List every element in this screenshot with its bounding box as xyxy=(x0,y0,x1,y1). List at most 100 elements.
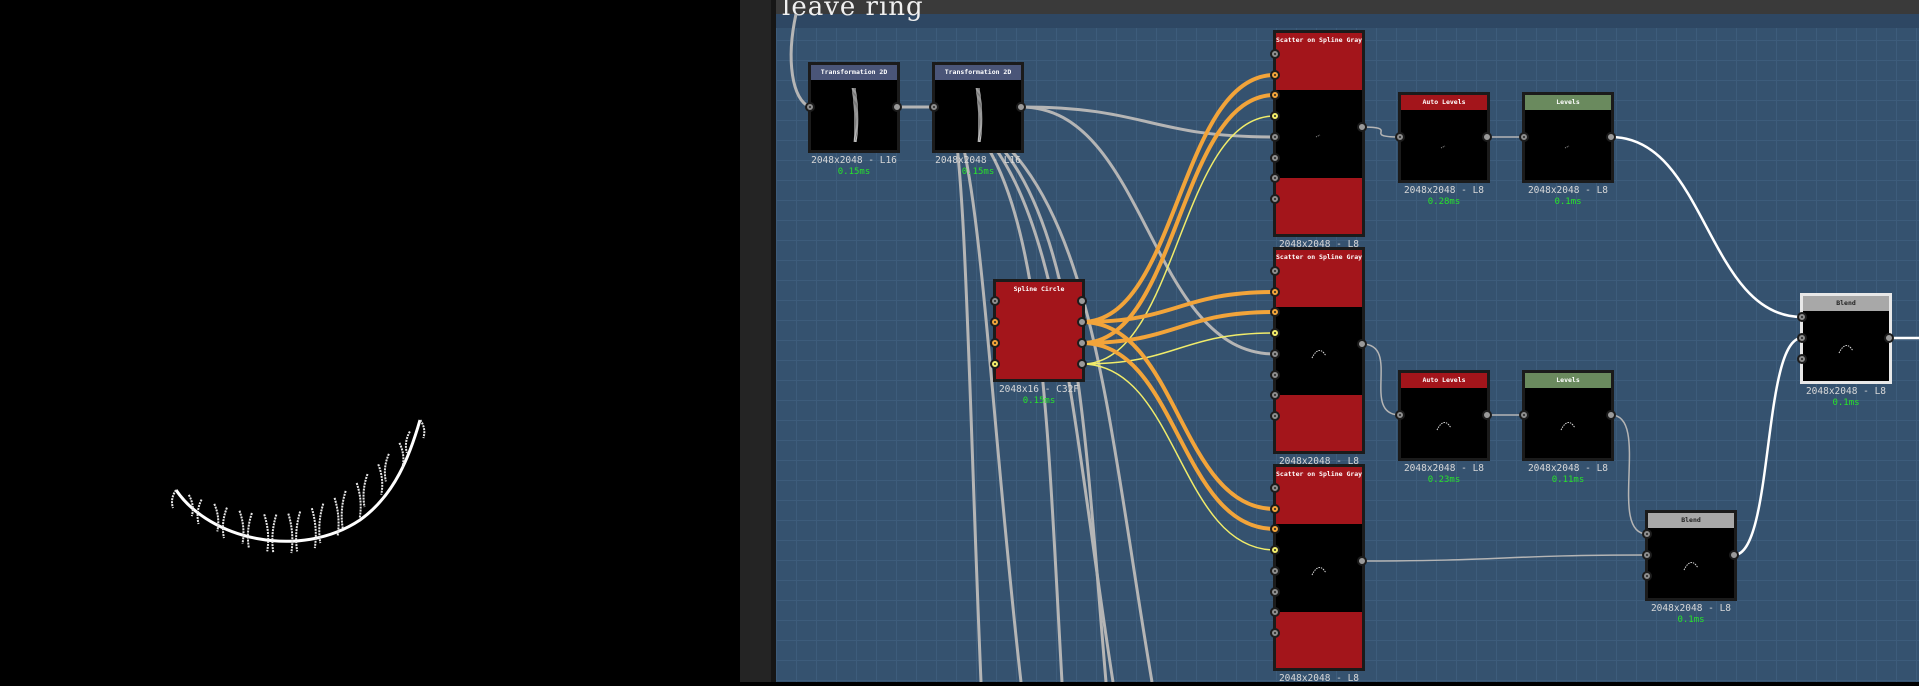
input-port[interactable] xyxy=(1270,90,1280,100)
input-port[interactable] xyxy=(1270,70,1280,80)
input-port[interactable] xyxy=(990,317,1000,327)
node-auto-levels-1[interactable]: Auto Levels xyxy=(1398,92,1490,183)
input-port[interactable] xyxy=(1270,349,1280,359)
input-port[interactable] xyxy=(929,102,939,112)
input-port[interactable] xyxy=(1270,194,1280,204)
node-timing-label: 0.1ms xyxy=(1554,197,1582,207)
node-timing-label: 0.11ms xyxy=(1551,475,1585,485)
node-spline-circle[interactable]: Spline Circle xyxy=(993,279,1085,382)
node-levels-2[interactable]: Levels xyxy=(1522,370,1614,461)
node-resolution-label: 2048x2048 - L8 xyxy=(1527,185,1609,196)
output-port[interactable] xyxy=(1357,339,1367,349)
node-levels-1[interactable]: Levels xyxy=(1522,92,1614,183)
input-port[interactable] xyxy=(990,338,1000,348)
input-port[interactable] xyxy=(1270,307,1280,317)
input-port[interactable] xyxy=(1270,607,1280,617)
input-port[interactable] xyxy=(1270,266,1280,276)
output-port[interactable] xyxy=(1606,132,1616,142)
input-port[interactable] xyxy=(1797,333,1807,343)
input-port[interactable] xyxy=(1270,328,1280,338)
output-port[interactable] xyxy=(892,102,902,112)
leaflet xyxy=(362,473,369,508)
leaflet xyxy=(355,482,362,519)
node-param-block xyxy=(1276,265,1362,307)
input-port[interactable] xyxy=(1270,173,1280,183)
input-port[interactable] xyxy=(1642,550,1652,560)
input-port[interactable] xyxy=(1270,545,1280,555)
input-port[interactable] xyxy=(1270,111,1280,121)
output-port[interactable] xyxy=(1357,556,1367,566)
input-port[interactable] xyxy=(1270,49,1280,59)
node-auto-levels-2[interactable]: Auto Levels xyxy=(1398,370,1490,461)
leaflet xyxy=(340,490,347,529)
node-preview xyxy=(1401,110,1487,180)
output-port[interactable] xyxy=(1016,102,1026,112)
input-port[interactable] xyxy=(1270,411,1280,421)
node-preview xyxy=(935,80,1021,150)
node-thumbnail xyxy=(975,87,983,143)
node-timing-label: 0.1ms xyxy=(1832,398,1860,408)
node-scatter-1[interactable]: Scatter on Spline Gray xyxy=(1273,30,1365,237)
input-port[interactable] xyxy=(1642,529,1652,539)
input-port[interactable] xyxy=(1395,132,1405,142)
node-scatter-3[interactable]: Scatter on Spline Gray xyxy=(1273,464,1365,671)
node-preview xyxy=(1401,388,1487,458)
node-thumbnail xyxy=(851,87,859,143)
wire xyxy=(1361,554,1648,562)
input-port[interactable] xyxy=(1270,370,1280,380)
output-port[interactable] xyxy=(1077,338,1087,348)
2d-viewport[interactable] xyxy=(0,0,740,682)
input-port[interactable] xyxy=(1270,587,1280,597)
leaflet xyxy=(383,453,390,482)
output-port[interactable] xyxy=(1606,410,1616,420)
input-port[interactable] xyxy=(1270,566,1280,576)
node-timing-label: 0.23ms xyxy=(1427,475,1461,485)
input-port[interactable] xyxy=(1270,132,1280,142)
node-resolution-label: 2048x2048 - L8 xyxy=(1805,386,1887,397)
output-port[interactable] xyxy=(1357,122,1367,132)
output-port[interactable] xyxy=(1729,550,1739,560)
node-preview xyxy=(1525,110,1611,180)
leaflet xyxy=(238,510,245,544)
node-resolution-label: 2048x2048 - L16 xyxy=(935,155,1021,166)
input-port[interactable] xyxy=(1797,312,1807,322)
node-title: Blend xyxy=(1803,296,1889,311)
node-timing-label: 0.1ms xyxy=(1677,615,1705,625)
input-port[interactable] xyxy=(1270,287,1280,297)
node-timing-label: 0.15ms xyxy=(837,167,871,177)
input-port[interactable] xyxy=(990,296,1000,306)
output-port[interactable] xyxy=(1077,317,1087,327)
node-blend-1[interactable]: Blend xyxy=(1645,510,1737,601)
node-t3d-b[interactable]: Transformation 2D xyxy=(932,62,1024,153)
output-port[interactable] xyxy=(1884,333,1894,343)
output-port[interactable] xyxy=(1482,132,1492,142)
node-graph-canvas[interactable]: leave ring Transformation 2D 2048x2048 - … xyxy=(776,0,1919,682)
input-port[interactable] xyxy=(1642,571,1652,581)
input-port[interactable] xyxy=(1270,153,1280,163)
node-preview xyxy=(811,80,897,150)
input-port[interactable] xyxy=(1270,504,1280,514)
input-port[interactable] xyxy=(1270,628,1280,638)
node-param-block xyxy=(1276,395,1362,451)
input-port[interactable] xyxy=(1519,132,1529,142)
leaflet xyxy=(398,442,405,468)
node-scatter-2[interactable]: Scatter on Spline Gray xyxy=(1273,247,1365,454)
input-port[interactable] xyxy=(1519,410,1529,420)
output-port[interactable] xyxy=(1077,296,1087,306)
output-port[interactable] xyxy=(1077,359,1087,369)
input-port[interactable] xyxy=(1395,410,1405,420)
input-port[interactable] xyxy=(1797,354,1807,364)
node-resolution-label: 2048x2048 - L8 xyxy=(1527,463,1609,474)
input-port[interactable] xyxy=(1270,524,1280,534)
input-port[interactable] xyxy=(1270,483,1280,493)
node-title: Scatter on Spline Gray xyxy=(1276,467,1362,482)
node-resolution-label: 2048x2048 - L8 xyxy=(1403,185,1485,196)
node-blend-2[interactable]: Blend xyxy=(1800,293,1892,384)
output-port[interactable] xyxy=(1482,410,1492,420)
node-t3d-a[interactable]: Transformation 2D xyxy=(808,62,900,153)
input-port[interactable] xyxy=(1270,390,1280,400)
leaflet xyxy=(171,489,177,509)
leaf-stem xyxy=(174,419,422,543)
input-port[interactable] xyxy=(805,102,815,112)
input-port[interactable] xyxy=(990,359,1000,369)
